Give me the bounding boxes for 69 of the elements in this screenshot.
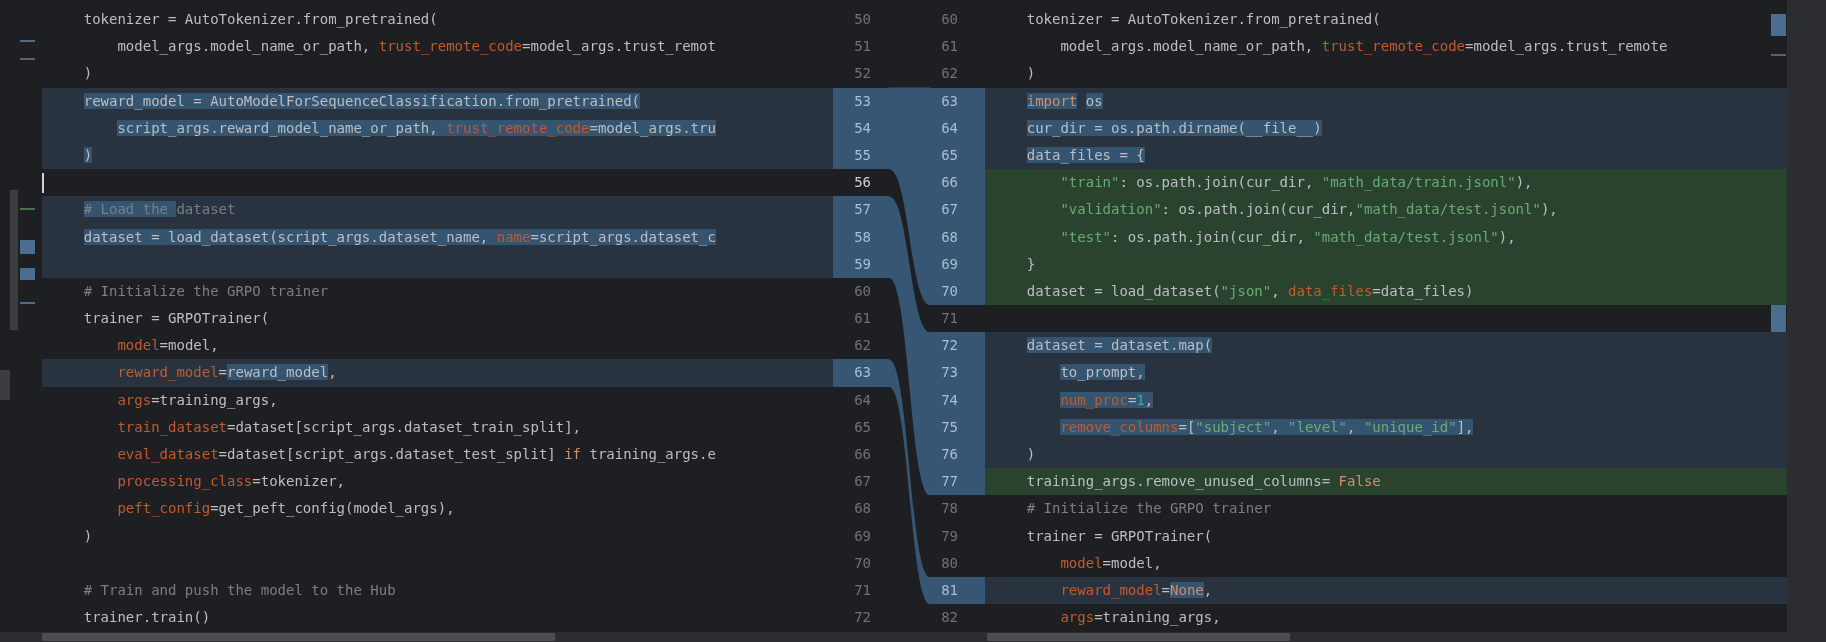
line-number: 76 xyxy=(930,441,985,469)
line-number: 78 xyxy=(940,499,959,519)
line-number: 72 xyxy=(853,608,872,628)
code-line: args=training_args, xyxy=(116,390,279,411)
code-line: tokenizer = AutoTokenizer.from_pretrained( xyxy=(1025,10,1382,30)
code-line: args=training_args, xyxy=(1059,608,1222,628)
line-number: 62 xyxy=(940,64,959,84)
line-number: 61 xyxy=(853,309,872,329)
code-line: # Initialize the GRPO trainer xyxy=(1025,499,1273,519)
code-line: processing_class=tokenizer, xyxy=(116,472,346,492)
line-number: 50 xyxy=(853,10,872,29)
line-number: 73 xyxy=(930,359,985,387)
line-number: 74 xyxy=(930,386,985,414)
code-line: tokenizer = AutoTokenizer.from_pretrained( xyxy=(82,10,439,30)
code-line: trainer = GRPOTrainer( xyxy=(82,309,271,329)
code-line: model_args.model_name_or_path, trust_remote_code=model_args.trust_remote xyxy=(1059,37,1669,57)
line-number: 64 xyxy=(853,390,872,410)
line-number: 72 xyxy=(930,332,985,360)
line-number: 77 xyxy=(930,468,985,496)
line-number: 67 xyxy=(853,472,872,492)
line-number: 82 xyxy=(940,608,959,628)
line-number: 79 xyxy=(940,526,959,546)
code-line: eval_dataset=dataset[script_args.dataset_test_split] if training_args.e xyxy=(116,445,717,465)
line-number: 56 xyxy=(853,173,872,193)
horizontal-scrollbar-thumb[interactable] xyxy=(987,633,1290,641)
line-number: 53 xyxy=(833,87,889,115)
line-number: 68 xyxy=(930,223,985,251)
code-line: # Train and push the model to the Hub xyxy=(82,580,397,600)
code-line: trainer = GRPOTrainer( xyxy=(1025,526,1214,546)
line-number: 63 xyxy=(833,359,889,387)
line-number: 71 xyxy=(853,580,872,600)
line-number: 69 xyxy=(930,250,985,278)
line-number: 63 xyxy=(930,87,985,115)
code-line: trainer.train() xyxy=(82,608,212,628)
code-line: model=model, xyxy=(1059,553,1163,573)
code-line: model_args.model_name_or_path, trust_remote_code=model_args.trust_remot xyxy=(116,37,717,57)
line-number: 61 xyxy=(940,37,959,57)
line-number: 66 xyxy=(853,445,872,464)
line-number: 62 xyxy=(853,336,872,356)
code-line: # Initialize the GRPO trainer xyxy=(82,281,330,301)
line-number: 52 xyxy=(853,64,872,84)
line-number: 68 xyxy=(853,499,872,519)
code-line: ) xyxy=(82,526,94,546)
line-number: 67 xyxy=(930,196,985,224)
line-number: 58 xyxy=(833,223,889,251)
line-number: 51 xyxy=(853,37,872,57)
line-number: 65 xyxy=(930,141,985,170)
line-number: 69 xyxy=(853,526,872,546)
line-number: 75 xyxy=(930,413,985,441)
line-number: 60 xyxy=(853,281,872,301)
code-line: ) xyxy=(1025,64,1037,84)
line-number: 65 xyxy=(853,417,872,437)
line-number: 66 xyxy=(930,169,985,197)
line-number: 54 xyxy=(833,114,889,142)
horizontal-scrollbar-thumb[interactable] xyxy=(42,633,555,641)
line-number: 70 xyxy=(853,553,872,573)
line-number: 80 xyxy=(940,553,959,573)
line-number: 81 xyxy=(930,576,985,605)
code-line: model=model, xyxy=(116,336,220,356)
line-number: 57 xyxy=(833,196,889,224)
code-line: peft_config=get_peft_config(model_args), xyxy=(116,499,456,519)
line-number: 64 xyxy=(930,114,985,142)
line-number: 70 xyxy=(930,277,985,306)
line-number: 60 xyxy=(940,10,959,29)
line-number: 59 xyxy=(833,250,889,278)
line-number: 71 xyxy=(940,309,959,329)
line-number: 55 xyxy=(833,141,889,170)
code-line: ) xyxy=(82,64,94,84)
code-line: train_dataset=dataset[script_args.dataset_train_split], xyxy=(116,417,583,438)
